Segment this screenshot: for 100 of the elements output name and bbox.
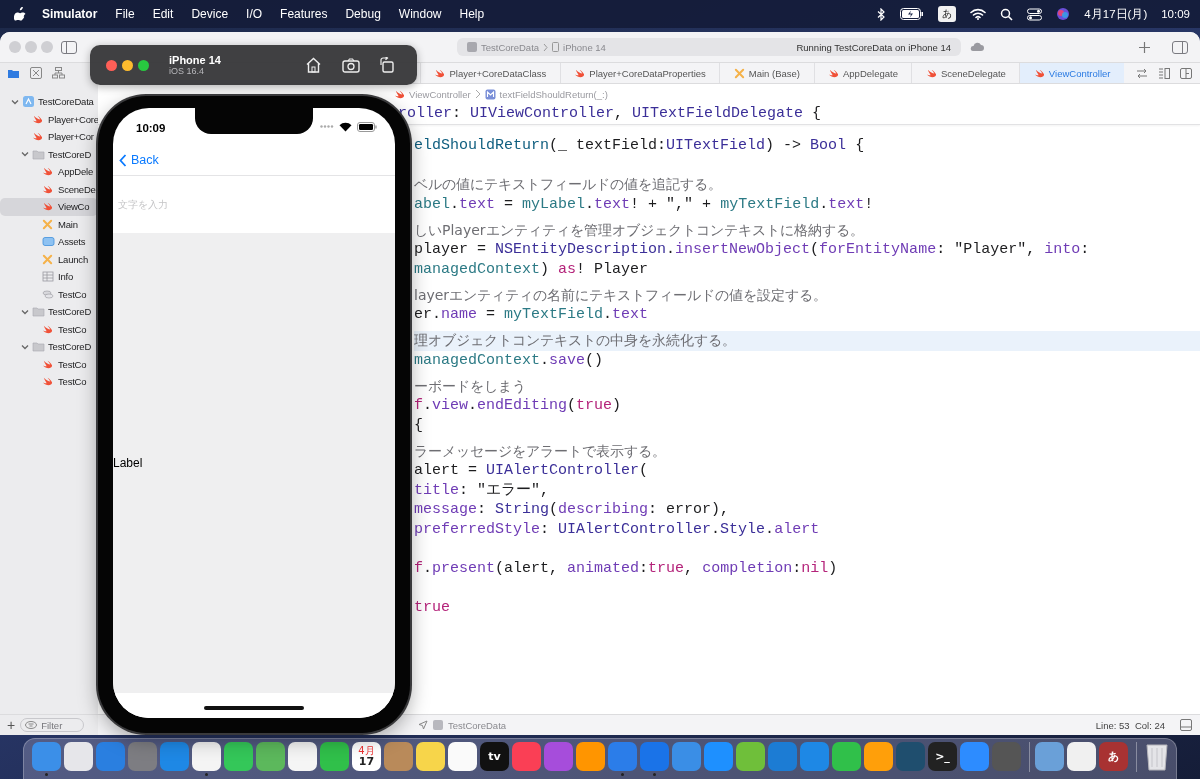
navigator-item[interactable]: Player+Cor: [0, 128, 98, 146]
code-comment: 理オブジェクトコンテキストの中身を永続化する。: [414, 331, 1200, 351]
swift-icon: [394, 88, 405, 100]
app-icon[interactable]: [192, 742, 221, 771]
navigator-item[interactable]: TestCoreD: [0, 338, 98, 356]
inspector-toggle-icon[interactable]: [1172, 40, 1188, 54]
code-line: player = NSEntityDescription.insertNewObject(forEntityName: "Player", into:: [414, 240, 1090, 260]
navigator-item[interactable]: TestCoreD: [0, 303, 98, 321]
app-icon[interactable]: [448, 742, 477, 771]
app-icon[interactable]: あ: [1099, 742, 1128, 771]
back-chevron-icon: [119, 153, 127, 167]
navigator-item[interactable]: TestCo: [0, 355, 98, 373]
swap-arrows-icon[interactable]: [1135, 67, 1148, 79]
app-icon[interactable]: [1035, 742, 1064, 771]
app-icon[interactable]: >_: [928, 742, 957, 771]
folder-icon[interactable]: [7, 67, 20, 79]
app-icon[interactable]: tv: [480, 742, 509, 771]
input-source-indicator[interactable]: あ: [938, 6, 957, 22]
editor-tab[interactable]: Player+CoreDataProperties: [559, 63, 720, 83]
swift-icon: [42, 201, 53, 213]
navigator-item[interactable]: Launch: [0, 250, 98, 268]
camera-icon[interactable]: [342, 57, 360, 73]
cloud-icon[interactable]: [969, 42, 985, 52]
menu-item[interactable]: I/O: [246, 7, 263, 21]
search-icon[interactable]: [1000, 7, 1014, 21]
app-icon[interactable]: [864, 742, 893, 771]
close-box-icon[interactable]: [30, 67, 42, 79]
add-button[interactable]: +: [7, 718, 16, 732]
app-icon[interactable]: 4月 17: [352, 742, 381, 771]
database-icon: [42, 288, 54, 300]
navigator-item[interactable]: TestCoreData: [0, 93, 98, 111]
swift-icon: [42, 323, 53, 335]
menu-item[interactable]: Window: [398, 7, 442, 21]
app-icon[interactable]: [288, 742, 317, 771]
trash-icon[interactable]: [1144, 742, 1169, 771]
app-icon[interactable]: [224, 742, 253, 771]
app-icon[interactable]: [736, 742, 765, 771]
apple-logo-icon[interactable]: [14, 7, 26, 21]
menu-item[interactable]: Device: [191, 7, 229, 21]
wifi-icon[interactable]: [970, 8, 987, 20]
menu-item[interactable]: File: [115, 7, 135, 21]
app-menu[interactable]: Simulator: [42, 7, 98, 21]
navigator-item[interactable]: Info: [0, 268, 98, 286]
code-line: true: [414, 597, 450, 617]
bluetooth-icon[interactable]: [877, 7, 887, 21]
back-button[interactable]: Back: [119, 153, 159, 167]
code-line: preferredStyle: UIAlertController.Style.alert: [414, 519, 820, 539]
menu-item[interactable]: Debug: [345, 7, 381, 21]
navigator-item[interactable]: TestCoreD: [0, 145, 98, 163]
editor-tab[interactable]: AppDelegate: [813, 63, 912, 83]
code-line: managedContext) as! Player: [414, 259, 649, 279]
navigator-item[interactable]: TestCo: [0, 320, 98, 338]
navigator-item[interactable]: SceneDe: [0, 180, 98, 198]
app-icon[interactable]: [832, 742, 861, 771]
menu-item[interactable]: Help: [459, 7, 485, 21]
navigator-item[interactable]: TestCo: [0, 373, 98, 391]
editor-tab[interactable]: Player+CoreDataClass: [420, 63, 560, 83]
battery-icon[interactable]: [900, 8, 925, 20]
app-icon[interactable]: [320, 742, 349, 771]
app-icon[interactable]: [416, 742, 445, 771]
folder-icon: [32, 341, 45, 353]
siri-icon[interactable]: [1056, 7, 1071, 21]
zoom-button[interactable]: [138, 59, 149, 71]
editor-tab[interactable]: ViewController: [1019, 63, 1124, 83]
panel-toggle-icon[interactable]: [1180, 719, 1192, 731]
navigator-item[interactable]: ViewCo: [0, 198, 98, 216]
navigator-item[interactable]: AppDele: [0, 163, 98, 181]
editor-tab[interactable]: Main (Base): [719, 63, 814, 83]
navigator-item[interactable]: Assets: [0, 233, 98, 251]
minimize-button[interactable]: [122, 59, 133, 71]
navigator-item[interactable]: Player+Core: [0, 110, 98, 128]
code-comment: しいPlayerエンティティを管理オブジェクトコンテキストに格納する。: [414, 220, 864, 240]
battery-icon: [357, 121, 377, 132]
hierarchy-icon[interactable]: [52, 67, 65, 79]
control-center-icon[interactable]: [1027, 7, 1043, 21]
menu-item[interactable]: Features: [280, 7, 328, 21]
location-arrow-icon[interactable]: [418, 720, 428, 730]
navigator-item[interactable]: Main: [0, 215, 98, 233]
menu-item[interactable]: Edit: [152, 7, 174, 21]
menu-bar-date[interactable]: 4月17日(月): [1084, 6, 1148, 22]
app-icon[interactable]: [256, 742, 285, 771]
rotate-icon[interactable]: [380, 57, 395, 73]
list-icon[interactable]: [1157, 67, 1170, 79]
app-icon[interactable]: [576, 742, 605, 771]
target-name: TestCoreData: [448, 719, 507, 731]
close-button[interactable]: [106, 59, 117, 71]
code-line: managedContext.save(): [414, 350, 604, 370]
split-editor-icon[interactable]: [1179, 67, 1192, 79]
home-icon[interactable]: [305, 57, 322, 73]
app-icon[interactable]: [64, 742, 93, 771]
sidebar-toggle-icon[interactable]: [61, 40, 77, 54]
swift-icon: [32, 131, 43, 143]
add-icon[interactable]: [1139, 41, 1150, 53]
status-time: 10:09: [136, 121, 166, 134]
code-line: roller: UIViewController, UITextFieldDelegate {: [398, 104, 822, 124]
navigator-item[interactable]: TestCo: [0, 285, 98, 303]
filter-field[interactable]: Filter: [20, 718, 85, 732]
code-line: message: String(describing: error),: [414, 500, 730, 520]
menu-bar-clock[interactable]: 10:09: [1161, 8, 1190, 20]
app-icon[interactable]: [1067, 742, 1096, 771]
